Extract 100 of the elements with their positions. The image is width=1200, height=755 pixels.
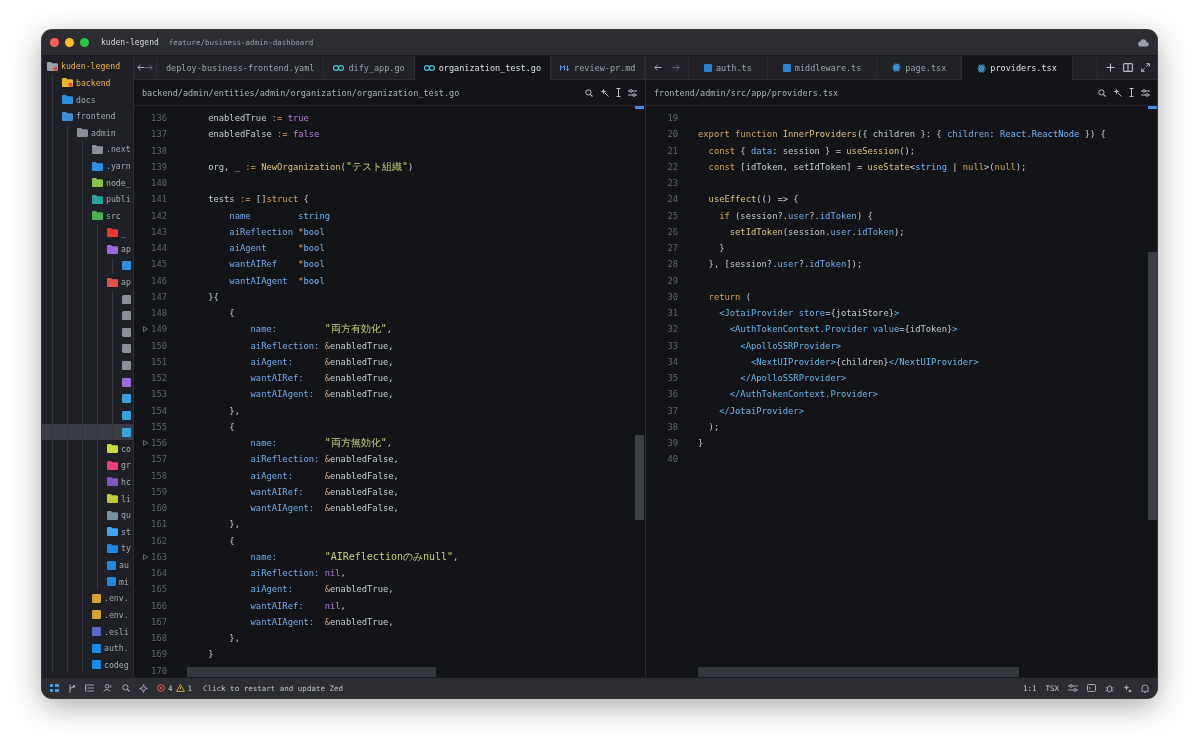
search-icon[interactable] (1098, 88, 1106, 97)
search-icon[interactable] (122, 684, 130, 692)
file-tree-item[interactable]: ap (42, 240, 133, 258)
close-button[interactable] (50, 38, 59, 47)
line-number: 35 (667, 373, 678, 384)
plus-icon[interactable] (1106, 63, 1115, 72)
file-tree-item[interactable]: hc (42, 473, 133, 491)
minimize-button[interactable] (65, 38, 74, 47)
line-number: 148 (151, 308, 167, 319)
scrollbar-thumb[interactable] (698, 667, 1019, 677)
fold-arrow-icon[interactable] (143, 326, 148, 333)
project-panel-icon[interactable] (50, 684, 59, 692)
file-type-icon (333, 64, 345, 71)
code-line: name: "AIReflectionのみnull", (249, 549, 459, 564)
line-number: 38 (667, 421, 678, 432)
code-line: setIdToken(session.user.idToken); (728, 226, 905, 237)
sparkle-icon[interactable] (1123, 683, 1132, 693)
sparkle-icon[interactable] (139, 683, 148, 693)
split-pane-icon[interactable] (1123, 63, 1133, 72)
file-tree-item[interactable] (42, 423, 133, 441)
file-tree-item[interactable]: kuden-legend (42, 58, 133, 75)
code-line: </ApolloSSRProvider> (739, 373, 847, 384)
expand-icon[interactable] (1141, 63, 1150, 72)
line-number: 20 (667, 129, 678, 140)
line-number: 23 (667, 178, 678, 189)
file-tree-item[interactable]: .next (42, 141, 133, 158)
outline-icon[interactable] (85, 684, 94, 692)
fold-arrow-icon[interactable] (143, 553, 148, 560)
editor-tab[interactable]: providers.tsx (962, 56, 1073, 80)
file-tree-item[interactable]: node_ (42, 174, 133, 191)
file-tree-item[interactable]: _ (42, 224, 133, 241)
file-tree-item[interactable]: ty (42, 540, 133, 557)
file-tree-item[interactable]: backend (42, 74, 133, 92)
line-number: 167 (151, 616, 167, 627)
editor-tab[interactable]: dify_app.go (324, 56, 415, 79)
editor-tab[interactable]: middleware.ts (767, 56, 878, 79)
file-type-icon (892, 63, 902, 72)
line-number: 26 (667, 226, 678, 237)
back-arrow-icon[interactable] (654, 64, 662, 71)
file-tree-item[interactable]: .yarn (42, 157, 133, 175)
project-name[interactable]: kuden-legend (101, 38, 159, 47)
file-tree-item[interactable]: docs (42, 91, 133, 108)
scrollbar-thumb[interactable] (635, 435, 644, 520)
file-tree-item[interactable]: co (42, 440, 133, 457)
file-tree-item[interactable]: codeg (42, 656, 133, 674)
code-line: } (718, 243, 725, 254)
editor-tab[interactable]: deploy-business-frontend.yaml (157, 56, 325, 79)
editor-tab[interactable]: auth.ts (689, 56, 768, 79)
line-number: 40 (667, 454, 678, 465)
file-tree-item[interactable]: au (42, 556, 133, 574)
forward-arrow-icon[interactable] (672, 64, 680, 71)
text-cursor-icon[interactable] (616, 88, 621, 97)
file-tree-item[interactable]: ap (42, 274, 133, 291)
file-tree-item[interactable]: .env. (42, 590, 133, 607)
code-line: const { data: session } = useSession(); (707, 145, 916, 156)
sliders-icon[interactable] (1068, 684, 1078, 692)
file-tree-item[interactable]: frontend (42, 107, 133, 125)
back-arrow-icon[interactable] (137, 64, 145, 71)
git-branch-icon[interactable] (68, 683, 76, 693)
file-tree-item[interactable]: .env. (42, 606, 133, 624)
code-line: }, (228, 633, 240, 644)
scrollbar-thumb[interactable] (187, 667, 436, 677)
code-line: <NextUIProvider>{children}</NextUIProvider> (749, 356, 979, 367)
sparkle-icon[interactable] (600, 88, 609, 97)
line-number: 143 (151, 226, 167, 237)
forward-arrow-icon[interactable] (145, 64, 153, 71)
code-line: } (207, 649, 214, 660)
file-tree-item[interactable]: auth. (42, 639, 133, 657)
people-icon[interactable] (103, 684, 113, 692)
line-number: 25 (667, 210, 678, 221)
file-tree-item[interactable]: .esli (42, 623, 133, 640)
bug-icon[interactable] (1105, 683, 1114, 693)
line-number: 169 (151, 649, 167, 660)
code-line: }, [session?.user?.idToken]); (707, 259, 863, 270)
cloud-icon[interactable] (1137, 38, 1149, 47)
code-line: { (228, 535, 235, 546)
sparkle-icon[interactable] (1113, 88, 1122, 97)
file-tree-item[interactable]: qu (42, 506, 133, 524)
editor-tab[interactable]: organization_test.go (414, 56, 552, 80)
file-tree-item[interactable]: mi (42, 573, 133, 590)
bell-icon[interactable] (1141, 683, 1149, 693)
line-number: 138 (151, 145, 167, 156)
sliders-icon[interactable] (628, 88, 637, 97)
file-tree-item[interactable]: li (42, 490, 133, 507)
editor-tab[interactable]: review-pr.md (551, 56, 646, 79)
code-line: wantAIAgent: &enabledTrue, (249, 389, 394, 400)
terminal-icon[interactable] (1087, 684, 1096, 692)
file-tree-item[interactable]: src (42, 207, 133, 225)
zoom-button[interactable] (80, 38, 89, 47)
scrollbar-thumb[interactable] (1148, 252, 1157, 520)
file-tree-item[interactable]: gr (42, 457, 133, 474)
file-tree-item[interactable]: st (42, 523, 133, 541)
text-cursor-icon[interactable] (1129, 88, 1134, 97)
fold-arrow-icon[interactable] (143, 440, 148, 447)
file-tree-item[interactable]: publi (42, 191, 133, 208)
code-line: org, _ := NewOrganization("テスト組織") (207, 159, 414, 174)
search-icon[interactable] (585, 88, 593, 97)
sliders-icon[interactable] (1141, 88, 1150, 97)
file-tree-item[interactable]: admin (42, 124, 133, 142)
line-number: 39 (667, 438, 678, 449)
